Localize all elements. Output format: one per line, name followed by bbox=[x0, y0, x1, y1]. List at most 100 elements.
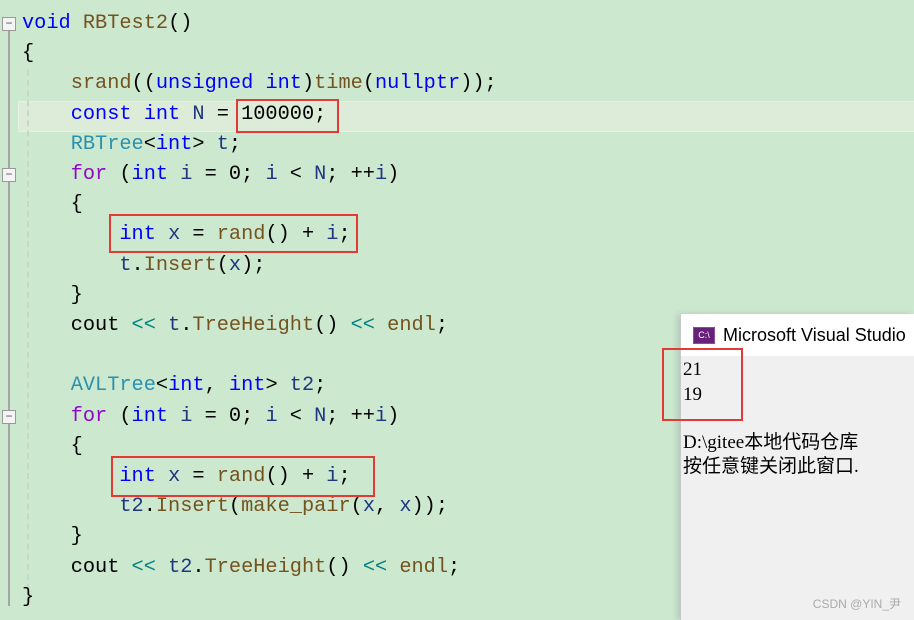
code-token: for bbox=[70, 404, 108, 428]
code-token: int bbox=[155, 132, 193, 156]
code-token: i bbox=[265, 404, 278, 428]
code-line: srand((unsigned int)time(nullptr)); bbox=[22, 69, 497, 99]
code-token: N bbox=[314, 404, 327, 428]
code-token: = 0; bbox=[192, 163, 266, 186]
code-line: RBTree<int> t; bbox=[22, 130, 241, 160]
code-line: for (int i = 0; i < N; ++i) bbox=[22, 402, 400, 432]
fold-collapse-icon[interactable]: − bbox=[2, 17, 16, 31]
code-token: i bbox=[265, 163, 278, 186]
code-token: { bbox=[22, 434, 83, 458]
code-line: { bbox=[22, 39, 34, 69]
code-token: << bbox=[362, 555, 388, 579]
code-token: TreeHeight bbox=[192, 314, 315, 337]
code-token: const bbox=[70, 102, 132, 126]
code-token: ); bbox=[241, 253, 266, 277]
console-title: Microsoft Visual Studio bbox=[723, 324, 906, 345]
code-token: t2 bbox=[289, 374, 315, 398]
highlight-box-n bbox=[236, 99, 339, 133]
code-token: ( bbox=[107, 404, 132, 428]
code-token: ( bbox=[228, 495, 242, 519]
code-token: N bbox=[192, 102, 205, 126]
fold-collapse-icon[interactable]: − bbox=[2, 168, 16, 182]
code-token: ; ++ bbox=[326, 404, 375, 428]
code-token: . bbox=[131, 253, 144, 277]
code-line: { bbox=[22, 190, 83, 220]
code-line: AVLTree<int, int> t2; bbox=[22, 371, 327, 401]
code-token: ) bbox=[301, 72, 315, 96]
code-token: << bbox=[350, 314, 375, 337]
code-line: } bbox=[22, 281, 83, 311]
code-token: () bbox=[314, 314, 351, 337]
code-token: ( bbox=[107, 163, 132, 186]
code-token: Insert bbox=[155, 495, 229, 519]
code-token: . bbox=[192, 555, 205, 579]
code-token: make_pair bbox=[241, 495, 351, 519]
fold-collapse-icon[interactable]: − bbox=[2, 410, 16, 424]
code-token: { bbox=[22, 42, 35, 66]
code-token: ; bbox=[228, 132, 242, 156]
code-token: i bbox=[374, 404, 388, 428]
code-token: { bbox=[22, 193, 83, 217]
code-token: RBTree bbox=[70, 132, 144, 156]
code-token: < bbox=[277, 404, 315, 428]
code-token: int bbox=[228, 374, 266, 398]
code-token: i bbox=[180, 404, 193, 428]
code-token: cout bbox=[70, 555, 120, 579]
console-app-icon: C:\ bbox=[693, 326, 715, 344]
code-line: t.Insert(x); bbox=[22, 251, 265, 281]
code-token: ( bbox=[350, 495, 363, 519]
code-token: Insert bbox=[143, 253, 217, 277]
code-token: i bbox=[180, 163, 193, 186]
code-token: TreeHeight bbox=[204, 555, 327, 579]
code-token: cout bbox=[70, 314, 120, 337]
code-line: { bbox=[22, 432, 83, 462]
code-line: } bbox=[22, 583, 34, 613]
code-token: srand bbox=[70, 72, 132, 96]
code-token: . bbox=[180, 314, 193, 337]
code-token: < bbox=[277, 163, 315, 186]
code-token: ) bbox=[387, 404, 400, 428]
watermark: CSDN @YIN_尹 bbox=[812, 597, 901, 611]
output-line: D:\gitee本地代码仓库 bbox=[683, 432, 859, 453]
code-line: } bbox=[22, 522, 83, 552]
code-token: )); bbox=[411, 495, 449, 519]
code-token: x bbox=[228, 253, 242, 277]
code-token: int bbox=[143, 102, 181, 126]
code-token: . bbox=[143, 495, 156, 519]
highlight-box-insert1 bbox=[109, 214, 358, 253]
code-token: )); bbox=[460, 72, 497, 96]
code-token: << bbox=[131, 314, 156, 337]
code-token: endl bbox=[399, 555, 449, 579]
code-token: void bbox=[22, 12, 71, 35]
code-token: endl bbox=[387, 314, 436, 337]
output-line: 按任意键关闭此窗口. bbox=[683, 456, 859, 477]
code-token: ; ++ bbox=[326, 163, 375, 186]
code-token: = 0; bbox=[192, 404, 266, 428]
code-token: t2 bbox=[119, 495, 144, 519]
code-token: ; bbox=[448, 555, 461, 579]
code-token: ( bbox=[362, 72, 375, 96]
code-token: > bbox=[192, 132, 217, 156]
fold-outline bbox=[8, 30, 10, 606]
code-token: N bbox=[314, 163, 327, 186]
